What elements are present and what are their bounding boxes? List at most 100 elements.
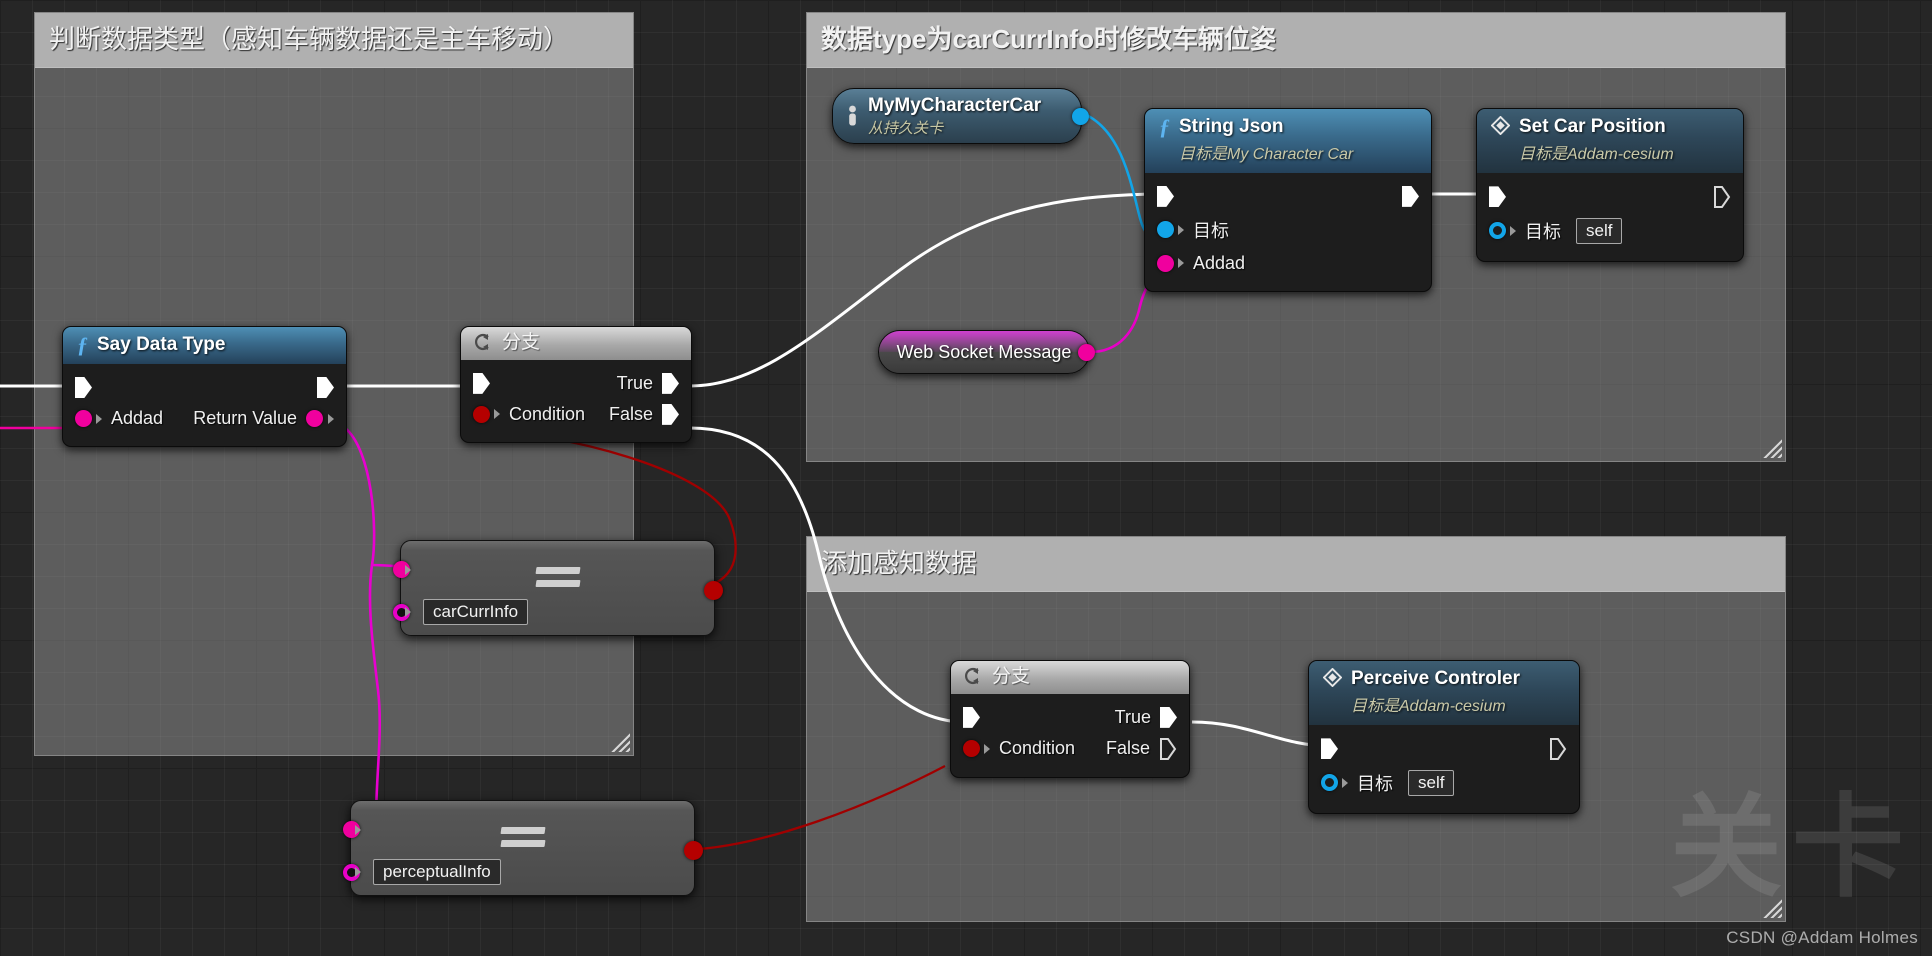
node-perceive-controler[interactable]: Perceive Controler 目标是Addam-cesium 目标 se… [1308, 660, 1580, 814]
node-string-json[interactable]: ƒ String Json 目标是My Character Car 目标 Add… [1144, 108, 1432, 292]
input-value-car-curr-info[interactable]: carCurrInfo [423, 599, 529, 625]
false-label: False [608, 403, 653, 424]
comment-resize-handle[interactable] [1762, 438, 1782, 458]
pin-arrow-icon [328, 413, 334, 424]
node-subtitle: 目标是Addam-cesium [1351, 697, 1506, 715]
condition-label: Condition [509, 403, 586, 424]
input-pin-condition[interactable] [963, 740, 980, 758]
node-branch-top[interactable]: 分支 True Condition False [460, 326, 692, 443]
pin-arrow-icon [984, 743, 990, 754]
diamond-icon [1491, 116, 1510, 135]
exec-row [1477, 181, 1743, 213]
node-equal-perceptual-info[interactable]: perceptualInfo [343, 800, 703, 896]
output-pin-bool[interactable] [684, 841, 703, 860]
true-label: True [1114, 706, 1151, 727]
exec-row [63, 372, 346, 403]
function-icon: ƒ [77, 332, 88, 357]
node-web-socket-message[interactable]: Web Socket Message [878, 330, 1095, 374]
node-title: 分支 [992, 666, 1031, 687]
input-pin-condition[interactable] [473, 405, 490, 423]
node-equal-car-curr-info[interactable]: carCurrInfo [393, 540, 723, 636]
input-pin-self[interactable] [1321, 774, 1338, 792]
node-title: Say Data Type [97, 334, 226, 355]
exec-in-pin[interactable] [75, 377, 92, 398]
node-my-character-car[interactable]: MyMyCharacterCar 从持久关卡 [832, 88, 1089, 144]
node-subtitle: 目标是My Character Car [1179, 145, 1354, 163]
true-label: True [616, 372, 653, 393]
exec-in-pin[interactable] [1321, 738, 1338, 760]
input-row-target: 目标 self [1309, 765, 1579, 801]
node-body: 目标 self [1309, 725, 1579, 813]
input-value-self[interactable]: self [1408, 769, 1455, 796]
input-pin-object[interactable] [1157, 221, 1174, 239]
exec-out-pin[interactable] [1402, 185, 1419, 207]
output-pin-return-value[interactable] [306, 410, 323, 427]
node-title: 分支 [502, 332, 541, 353]
input-pin-addad[interactable] [75, 410, 92, 427]
exec-in-pin[interactable] [1157, 185, 1174, 207]
equals-operator-icon [535, 567, 580, 593]
node-header: ƒ String Json 目标是My Character Car [1145, 109, 1431, 173]
comment-resize-handle[interactable] [610, 732, 630, 752]
input-pin-b-row: perceptualInfo [343, 859, 501, 885]
exec-out-pin-false[interactable] [1159, 737, 1177, 760]
input-value-perceptual-info[interactable]: perceptualInfo [373, 859, 501, 885]
output-pin-bool[interactable] [704, 581, 723, 600]
pin-arrow-icon [1178, 258, 1184, 269]
pin-arrow-icon [494, 409, 500, 420]
pin-arrow-icon [96, 413, 102, 424]
node-subtitle: 从持久关卡 [868, 119, 944, 137]
input-label: 目标 [1357, 773, 1393, 794]
exec-out-pin[interactable] [1713, 185, 1731, 208]
input-pin-self[interactable] [1489, 222, 1506, 240]
input-label: Addad [111, 408, 164, 428]
node-set-car-position[interactable]: Set Car Position 目标是Addam-cesium 目标 self [1476, 108, 1744, 262]
exec-out-pin-true[interactable] [1160, 706, 1177, 728]
node-branch-bottom[interactable]: 分支 True Condition False [950, 660, 1190, 778]
pin-arrow-icon [1342, 777, 1348, 788]
node-title: Perceive Controler [1351, 668, 1520, 689]
input-label: Addad [1193, 252, 1246, 273]
input-pin-a-row [343, 821, 361, 838]
condition-row: Condition False [461, 399, 691, 430]
pin-arrow-icon [1510, 225, 1516, 236]
node-header: ƒ Say Data Type [63, 327, 346, 364]
node-body: Addad Return Value [63, 364, 346, 446]
diamond-icon [1323, 668, 1342, 687]
input-label: 目标 [1525, 221, 1561, 242]
node-header: Perceive Controler 目标是Addam-cesium [1309, 661, 1579, 725]
exec-in-pin[interactable] [1489, 186, 1506, 208]
equals-operator-icon [500, 827, 545, 853]
output-pin-string[interactable] [1078, 344, 1095, 361]
pin-arrow-icon [405, 564, 411, 575]
input-pin-string[interactable] [1157, 254, 1174, 272]
person-icon [849, 105, 856, 126]
function-icon: ƒ [1159, 114, 1170, 139]
exec-row: True [951, 702, 1189, 733]
output-pin-object[interactable] [1072, 108, 1089, 125]
credit-watermark: CSDN @Addam Holmes [1726, 928, 1918, 947]
node-body: True Condition False [951, 694, 1189, 777]
node-body: 目标 Addad [1145, 173, 1431, 291]
node-title: MyMyCharacterCar [868, 94, 1042, 116]
input-row-target: 目标 self [1477, 213, 1743, 249]
condition-row: Condition False [951, 733, 1189, 765]
data-row: Addad Return Value [63, 403, 346, 434]
false-label: False [1105, 738, 1150, 759]
comment-perception-title: 添加感知数据 [807, 537, 1785, 593]
input-row-target: 目标 [1145, 212, 1431, 248]
exec-out-pin-false[interactable] [662, 403, 679, 425]
input-value-self[interactable]: self [1576, 217, 1623, 244]
node-header: 分支 [951, 661, 1189, 694]
exec-row [1309, 733, 1579, 765]
exec-out-pin[interactable] [317, 377, 334, 398]
node-say-data-type[interactable]: ƒ Say Data Type Addad Return Value [62, 326, 347, 447]
exec-out-pin[interactable] [1549, 737, 1567, 760]
exec-in-pin[interactable] [963, 706, 980, 728]
exec-row [1145, 181, 1431, 212]
exec-out-pin-true[interactable] [662, 372, 679, 394]
blueprint-canvas[interactable]: 判断数据类型（感知车辆数据还是主车移动） 数据type为carCurrInfo时… [0, 0, 1932, 956]
exec-in-pin[interactable] [473, 372, 490, 394]
pin-arrow-icon [355, 824, 361, 835]
comment-resize-handle[interactable] [1762, 898, 1782, 918]
